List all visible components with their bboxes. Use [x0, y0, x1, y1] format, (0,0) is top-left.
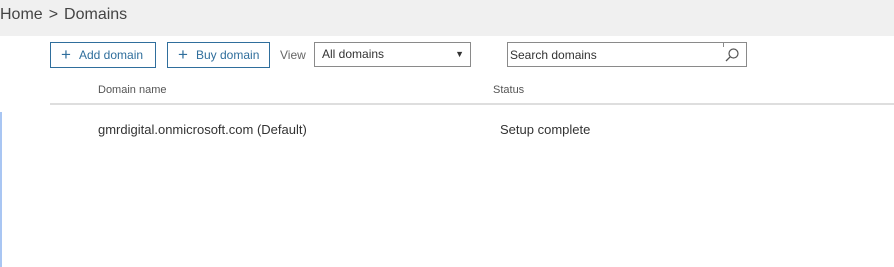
status-cell: Setup complete [500, 122, 591, 137]
breadcrumb: Home > Domains [0, 5, 127, 25]
plus-icon: + [178, 45, 188, 64]
add-domain-label: Add domain [79, 48, 144, 62]
plus-icon: + [61, 45, 71, 64]
table-header-divider [50, 103, 894, 105]
selection-accent-bar [0, 112, 2, 267]
search-icon[interactable] [724, 47, 740, 63]
view-filter-select[interactable]: All domains ▼ [314, 42, 471, 67]
breadcrumb-separator: > [48, 6, 59, 23]
column-header-status[interactable]: Status [493, 84, 524, 96]
add-domain-button[interactable]: + Add domain [50, 42, 156, 68]
table-row[interactable]: gmrdigital.onmicrosoft.com (Default) Set… [50, 114, 894, 144]
breadcrumb-home-link[interactable]: Home [0, 5, 43, 25]
view-label: View [280, 48, 306, 62]
buy-domain-button[interactable]: + Buy domain [167, 42, 270, 68]
breadcrumb-current: Domains [64, 6, 128, 23]
search-box [507, 42, 747, 67]
view-filter-value: All domains [322, 47, 385, 61]
domains-page: Home > Domains + Add domain + Buy domain Vie… [0, 0, 894, 267]
domain-name-cell: gmrdigital.onmicrosoft.com (Default) [98, 122, 307, 137]
dropdown-caret-icon: ▼ [455, 49, 464, 59]
column-header-domain-name[interactable]: Domain name [98, 84, 166, 96]
search-input[interactable] [510, 43, 720, 66]
buy-domain-label: Buy domain [196, 48, 260, 62]
page-header: Home > Domains [0, 0, 894, 36]
